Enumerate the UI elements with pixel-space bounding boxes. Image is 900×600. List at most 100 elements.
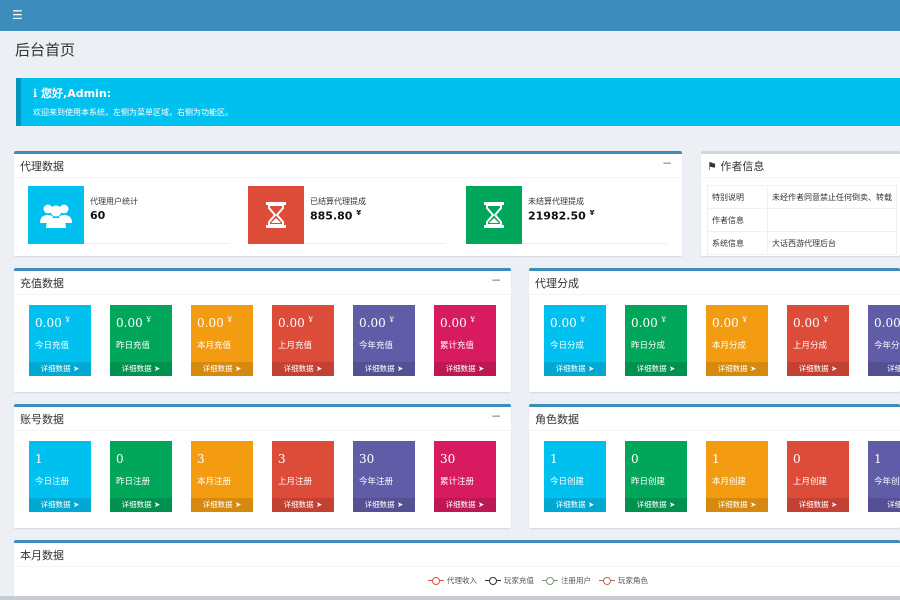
tile-label: 今日创建 — [550, 477, 585, 487]
stat-tile: 0.00 ¥ 上月充值 详细数据 ➤ — [272, 305, 334, 376]
tile-label: 上月注册 — [278, 477, 313, 487]
arrow-circle-right-icon: ➤ — [478, 500, 485, 509]
legend-item[interactable]: 玩家充值 — [485, 575, 534, 586]
currency-unit: ¥ — [589, 209, 595, 217]
table-value — [767, 208, 897, 232]
details-link[interactable]: 详细数据 ➤ — [787, 362, 849, 376]
collapse-icon[interactable]: − — [491, 273, 501, 287]
tile-label: 昨日注册 — [116, 477, 151, 487]
tile-label: 今年分 — [874, 341, 900, 351]
tile-label: 今日分成 — [550, 341, 585, 351]
stat-tile: 0.00 ¥ 昨日分成 详细数据 ➤ — [625, 305, 687, 376]
details-link[interactable]: 详细数据 ➤ — [625, 362, 687, 376]
tile-label: 上月充值 — [278, 341, 313, 351]
stat-tile: 0 昨日创建 详细数据 ➤ — [625, 441, 687, 512]
stat-tile: 0 昨日注册 详细数据 ➤ — [110, 441, 172, 512]
info-box-unsettled-commission: 未结算代理提成 21982.50 ¥ — [466, 186, 666, 244]
tile-value: 1 — [712, 452, 720, 466]
tile-label: 上月创建 — [793, 477, 828, 487]
tile-value: 3 — [197, 452, 205, 466]
stat-tile: 0.00 ¥ 上月分成 详细数据 ➤ — [787, 305, 849, 376]
tile-value: 0.00 — [793, 316, 820, 330]
details-link[interactable]: 详细数据 ➤ — [272, 498, 334, 512]
details-link[interactable]: 详细数据 ➤ — [29, 362, 91, 376]
details-link[interactable]: 详细数据 ➤ — [434, 362, 496, 376]
role-data-box: 角色数据 1 今日创建 详细数据 ➤ 0 昨日创建 详细数据 ➤ 1 本月创建 详细数据 … — [529, 404, 900, 528]
details-link[interactable]: 详细数据 ➤ — [625, 498, 687, 512]
info-icon: ℹ — [33, 87, 38, 100]
arrow-circle-right-icon: ➤ — [669, 364, 676, 373]
box-title: 充值数据 — [20, 277, 64, 290]
arrow-circle-right-icon: ➤ — [235, 500, 242, 509]
details-link[interactable]: 详细数据 ➤ — [29, 498, 91, 512]
stat-tile: 0.00 今年分详细 ➤ — [868, 305, 900, 376]
table-row: 作者信息 — [707, 208, 897, 232]
details-link[interactable]: 详细数据 ➤ — [544, 362, 606, 376]
tag-icon: ⚑ — [707, 160, 717, 173]
arrow-circle-right-icon: ➤ — [750, 500, 757, 509]
arrow-circle-right-icon: ➤ — [750, 364, 757, 373]
author-info-box: ⚑ 作者信息 特别说明 未经作者同意禁止任何倒卖、转载 作者信息 系统信息 大话… — [701, 151, 900, 256]
currency-unit: ¥ — [356, 209, 362, 217]
tile-label: 昨日创建 — [631, 477, 666, 487]
legend-item[interactable]: 玩家角色 — [599, 575, 648, 586]
legend-item[interactable]: 注册用户 — [542, 575, 591, 586]
stat-tile: 3 上月注册 详细数据 ➤ — [272, 441, 334, 512]
stat-tile: 0.00 ¥ 今日分成 详细数据 ➤ — [544, 305, 606, 376]
box-title: 代理数据 — [20, 160, 64, 173]
tile-value: 0 — [793, 452, 801, 466]
details-link[interactable]: 详细 ➤ — [868, 498, 900, 512]
table-key: 特别说明 — [707, 185, 768, 209]
details-link[interactable]: 详细数据 ➤ — [434, 498, 496, 512]
details-link[interactable]: 详细数据 ➤ — [110, 362, 172, 376]
arrow-circle-right-icon: ➤ — [235, 364, 242, 373]
table-value: 未经作者同意禁止任何倒卖、转载 — [767, 185, 897, 209]
arrow-circle-right-icon: ➤ — [316, 500, 323, 509]
details-link[interactable]: 详细数据 ➤ — [191, 362, 253, 376]
tile-value: 0.00 — [197, 316, 224, 330]
arrow-circle-right-icon: ➤ — [73, 500, 80, 509]
legend-item[interactable]: 代理收入 — [428, 575, 477, 586]
details-link[interactable]: 详细 ➤ — [868, 362, 900, 376]
details-link[interactable]: 详细数据 ➤ — [272, 362, 334, 376]
info-box-label: 已结算代理提成 — [310, 197, 366, 206]
arrow-circle-right-icon: ➤ — [316, 364, 323, 373]
details-link[interactable]: 详细数据 ➤ — [353, 362, 415, 376]
tile-label: 今日注册 — [35, 477, 70, 487]
tile-value: 1 — [874, 452, 882, 466]
hourglass-icon — [466, 186, 522, 244]
arrow-circle-right-icon: ➤ — [588, 364, 595, 373]
tile-value: 1 — [35, 452, 43, 466]
collapse-icon[interactable]: − — [662, 156, 672, 170]
details-link[interactable]: 详细数据 ➤ — [110, 498, 172, 512]
tile-value: 0.00 — [278, 316, 305, 330]
tile-label: 本月充值 — [197, 341, 232, 351]
bottom-tab-strip — [0, 596, 900, 600]
stat-tile: 0.00 ¥ 本月充值 详细数据 ➤ — [191, 305, 253, 376]
collapse-icon[interactable]: − — [491, 409, 501, 423]
details-link[interactable]: 详细数据 ➤ — [706, 362, 768, 376]
legend-marker-icon — [485, 577, 501, 585]
stat-tile: 30 今年注册 详细数据 ➤ — [353, 441, 415, 512]
table-row: 特别说明 未经作者同意禁止任何倒卖、转载 — [707, 185, 897, 209]
tile-label: 上月分成 — [793, 341, 828, 351]
stat-tile: 0 上月创建详细数据 ➤ — [787, 441, 849, 512]
currency-unit: ¥ — [470, 316, 476, 324]
details-link[interactable]: 详细数据 ➤ — [191, 498, 253, 512]
hamburger-icon[interactable]: ☰ — [12, 8, 23, 22]
details-link[interactable]: 详细数据 ➤ — [353, 498, 415, 512]
chart-legend: 代理收入 玩家充值 注册用户 玩家角色 — [428, 575, 648, 586]
box-title: 角色数据 — [535, 413, 579, 426]
tile-value: 30 — [440, 452, 456, 466]
table-key: 作者信息 — [707, 208, 768, 232]
details-link[interactable]: 详细数据 ➤ — [706, 498, 768, 512]
currency-unit: ¥ — [580, 316, 586, 324]
currency-unit: ¥ — [742, 316, 748, 324]
details-link[interactable]: 详细数据 ➤ — [544, 498, 606, 512]
table-value: 大话西游代理后台 — [767, 231, 897, 255]
legend-marker-icon — [599, 577, 615, 585]
details-link[interactable]: 详细数据 ➤ — [787, 498, 849, 512]
table-row: 系统信息 大话西游代理后台 — [707, 231, 897, 255]
box-title: 账号数据 — [20, 413, 64, 426]
arrow-circle-right-icon: ➤ — [73, 364, 80, 373]
